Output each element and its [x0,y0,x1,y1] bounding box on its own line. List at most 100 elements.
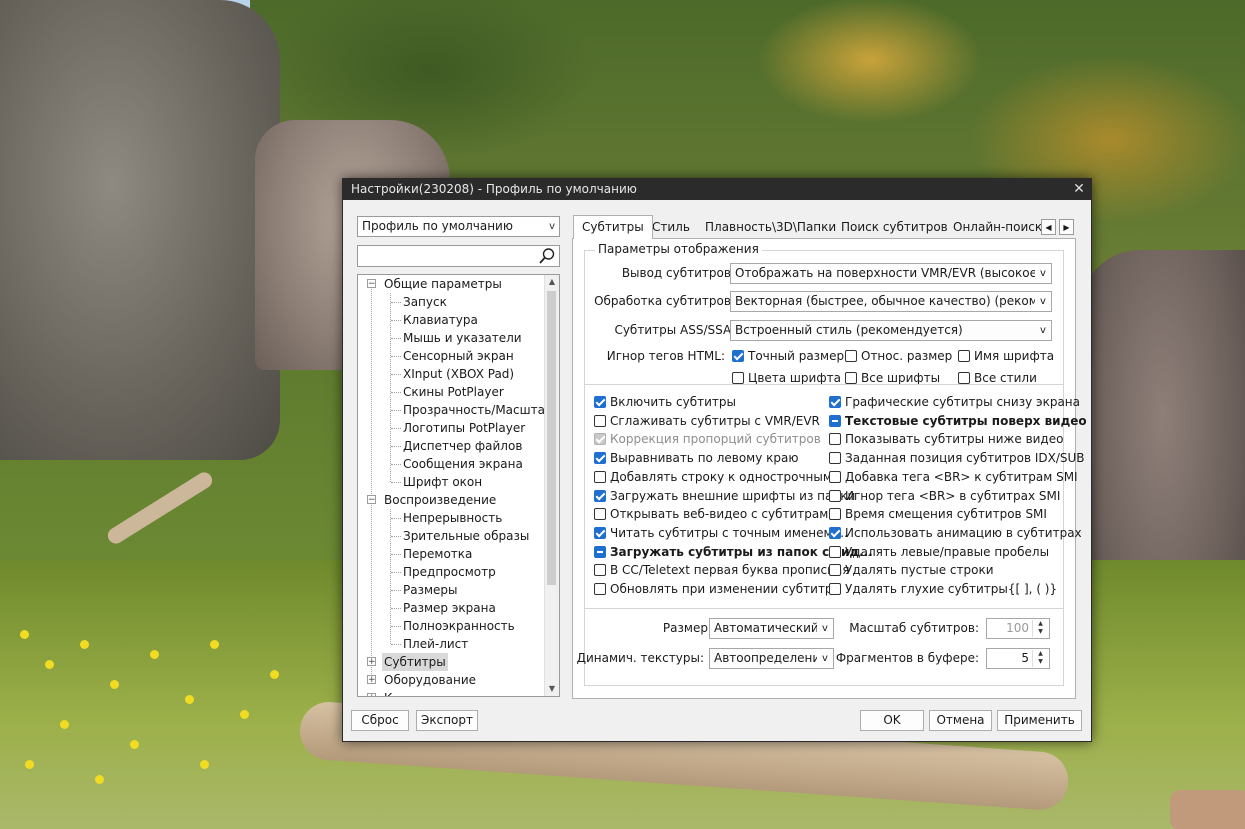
textures-select[interactable]: Автоопределение v [709,648,834,669]
scroll-down-icon[interactable]: ▼ [545,682,559,696]
tree-item[interactable]: Зрительные образы [403,527,529,545]
checkbox[interactable] [732,372,744,384]
checkbox[interactable] [829,414,841,427]
close-icon[interactable]: ✕ [1072,179,1086,200]
tree-item[interactable]: XInput (XBOX Pad) [403,365,514,383]
spinner-arrows[interactable]: ▲ ▼ [1032,620,1048,637]
checkbox[interactable] [594,414,606,427]
checkbox[interactable] [829,452,841,465]
checkbox-option[interactable]: Использовать анимацию в субтитрах [829,525,1082,541]
checkbox[interactable] [829,396,841,408]
checkbox-option[interactable]: Включить субтитры [594,394,736,410]
size-select[interactable]: Автоматический v [709,618,834,639]
export-button[interactable]: Экспорт [416,710,478,731]
tree-item[interactable]: Непрерывность [403,509,502,527]
cancel-button[interactable]: Отмена [929,710,992,731]
checkbox[interactable] [829,433,841,446]
checkbox[interactable] [594,433,606,446]
checkbox[interactable] [732,350,744,362]
checkbox-option[interactable]: Удалять левые/правые пробелы [829,544,1049,560]
tree-item-general[interactable]: Общие параметры [384,275,502,293]
tab-scroll-right-icon[interactable]: ▶ [1059,219,1074,235]
checkbox[interactable] [829,489,841,502]
checkbox-option[interactable]: Читать субтитры с точным именем ... [594,525,848,541]
title-bar[interactable]: Настройки(230208) - Профиль по умолчанию… [343,179,1091,200]
tree-item[interactable]: Сообщения экрана [403,455,523,473]
checkbox[interactable] [594,452,606,465]
checkbox-option[interactable]: Обновлять при изменении субтитра [594,581,840,597]
checkbox[interactable] [594,508,606,521]
checkbox[interactable] [594,545,606,558]
checkbox-option[interactable]: Добавлять строку к однострочным [594,469,832,485]
tree-expander-icon[interactable]: + [367,693,376,696]
checkbox-option[interactable]: Текстовые субтитры поверх видео [829,413,1087,429]
scroll-up-icon[interactable]: ▲ [545,275,559,289]
checkbox[interactable] [829,470,841,483]
tree-item[interactable]: Полноэкранность [403,617,515,635]
checkbox[interactable] [594,526,606,539]
checkbox-option[interactable]: Коррекция пропорций субтитров [594,431,821,447]
tree-expander-icon[interactable]: + [367,675,376,685]
checkbox[interactable] [594,470,606,483]
search-input[interactable] [357,245,560,267]
checkbox[interactable] [829,583,841,595]
tree-item[interactable]: Мышь и указатели [403,329,522,347]
tree-scrollbar[interactable]: ▲ ▼ [544,275,559,696]
tree-item-playback[interactable]: Воспроизведение [384,491,496,509]
checkbox[interactable] [829,545,841,558]
checkbox-option[interactable]: Графические субтитры снизу экрана [829,394,1080,410]
apply-button[interactable]: Применить [997,710,1082,731]
spinner-arrows[interactable]: ▲ ▼ [1032,650,1048,667]
checkbox-option[interactable]: Сглаживать субтитры с VMR/EVR [594,413,820,429]
reset-button[interactable]: Сброс [351,710,409,731]
tree-item[interactable]: Диспетчер файлов [403,437,522,455]
checkbox[interactable] [594,564,606,577]
tree-item[interactable]: Размеры [403,581,458,599]
profile-select[interactable]: Профиль по умолчанию v [357,216,560,237]
tree-item[interactable]: Плей-лист [403,635,468,653]
output-select[interactable]: Отображать на поверхности VMR/EVR (высок… [730,263,1052,284]
checkbox-option[interactable]: Добавка тега <BR> к субтитрам SMI [829,469,1078,485]
tree-item[interactable]: Перемотка [403,545,472,563]
checkbox[interactable] [829,526,841,539]
checkbox[interactable] [829,508,841,521]
tree-item[interactable]: Предпросмотр [403,563,496,581]
tree-item[interactable]: Клавиатура [403,311,478,329]
checkbox[interactable] [594,396,606,408]
tab-online-search[interactable]: Онлайн-поиск с [953,216,1047,238]
tab-subtitles[interactable]: Субтитры [573,215,653,239]
tree-item-partial[interactable]: К [384,689,393,696]
checkbox[interactable] [594,583,606,595]
tree-item[interactable]: Сенсорный экран [403,347,514,365]
search-icon[interactable] [538,247,556,265]
ass-select[interactable]: Встроенный стиль (рекомендуется) v [730,320,1052,341]
checkbox-option[interactable]: Относ. размер [845,348,952,364]
checkbox-option[interactable]: В CC/Teletext первая буква прописная [594,562,850,578]
checkbox-option[interactable]: Загружать внешние шрифты из папки [594,488,855,504]
checkbox[interactable] [594,489,606,502]
checkbox-option[interactable]: Игнор тега <BR> в субтитрах SMI [829,488,1060,504]
tree-item[interactable]: Размер экрана [403,599,496,617]
tree-expander-icon[interactable]: + [367,657,376,667]
checkbox-option[interactable]: Имя шрифта [958,348,1054,364]
checkbox[interactable] [845,350,857,362]
checkbox-option[interactable]: Показывать субтитры ниже видео [829,431,1063,447]
tab-style[interactable]: Стиль [652,216,690,238]
checkbox[interactable] [845,372,857,384]
checkbox-option[interactable]: Выравнивать по левому краю [594,450,798,466]
checkbox-option[interactable]: Удалять глухие субтитры{[ ], ( )} [829,581,1057,597]
tree-item[interactable]: Логотипы PotPlayer [403,419,525,437]
ok-button[interactable]: OK [860,710,924,731]
checkbox-option[interactable]: Открывать веб-видео с субтитрами [594,506,836,522]
tab-scroll-left-icon[interactable]: ◀ [1041,219,1056,235]
tree-expander-icon[interactable]: − [367,279,376,289]
checkbox-option[interactable]: Удалять пустые строки [829,562,994,578]
settings-tree[interactable]: − Общие параметры Запуск Клавиатура Мышь и у… [357,274,560,697]
checkbox-option[interactable]: Время смещения субтитров SMI [829,506,1047,522]
tree-item[interactable]: Скины PotPlayer [403,383,504,401]
tree-item-subtitles[interactable]: Субтитры [382,653,448,671]
tree-item-hardware[interactable]: Оборудование [384,671,476,689]
checkbox-option[interactable]: Заданная позиция субтитров IDX/SUB [829,450,1085,466]
tree-item[interactable]: Запуск [403,293,447,311]
tree-item[interactable]: Прозрачность/Масштаб [403,401,552,419]
